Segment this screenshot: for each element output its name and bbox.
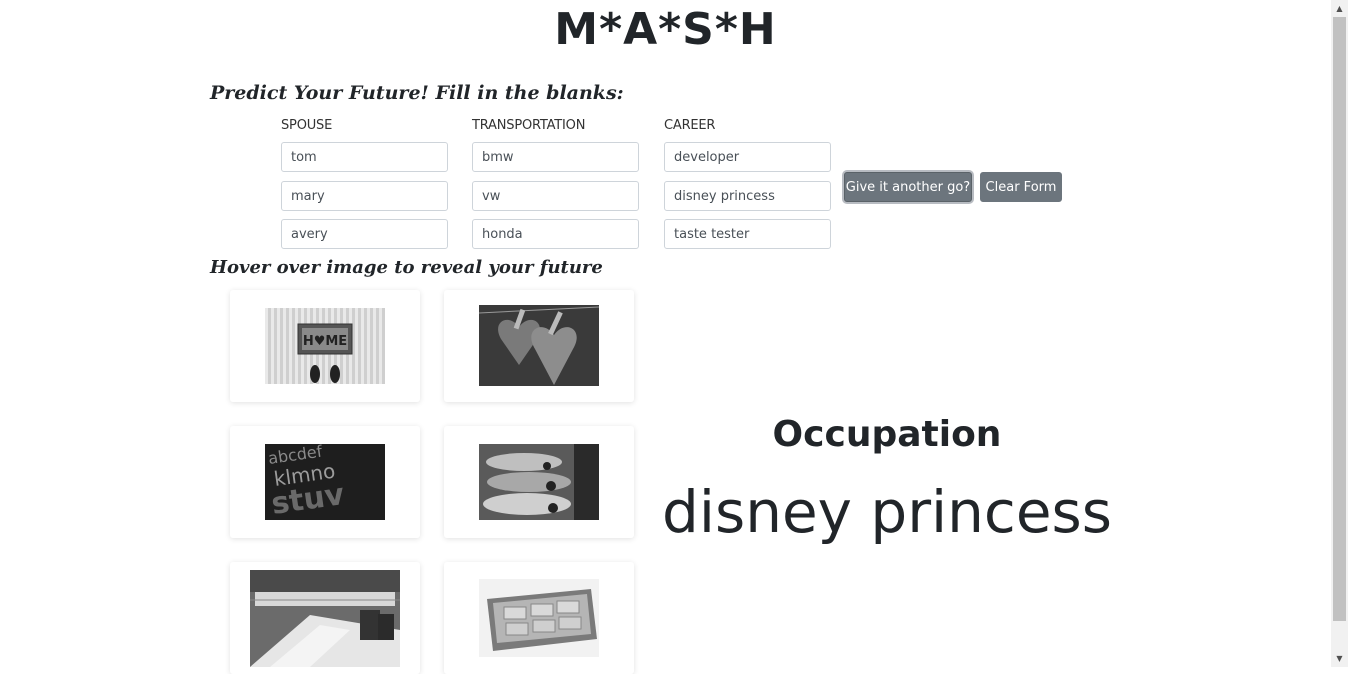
- hover-hint: Hover over image to reveal your future: [210, 257, 603, 278]
- retry-button[interactable]: Give it another go?: [844, 172, 972, 202]
- home-doormat-image: H♥ME: [265, 308, 385, 384]
- result-label: Occupation: [772, 414, 1002, 455]
- svg-text:H♥ME: H♥ME: [303, 334, 347, 349]
- career-label: CAREER: [664, 118, 716, 133]
- future-card-3[interactable]: abcdef klmno stuv: [230, 426, 420, 538]
- transportation-input-2[interactable]: [472, 181, 639, 211]
- scroll-down-arrow-icon[interactable]: ▼: [1331, 650, 1348, 667]
- future-card-1[interactable]: H♥ME: [230, 290, 420, 402]
- career-input-1[interactable]: [664, 142, 831, 172]
- result-value: disney princess: [662, 478, 1112, 546]
- letter-tiles-image: abcdef klmno stuv: [265, 444, 385, 520]
- form-heading: Predict Your Future! Fill in the blanks:: [210, 82, 624, 104]
- transportation-input-1[interactable]: [472, 142, 639, 172]
- scrollbar-thumb[interactable]: [1333, 17, 1346, 621]
- scroll-up-arrow-icon[interactable]: ▲: [1331, 0, 1348, 17]
- vertical-scrollbar[interactable]: ▲ ▼: [1331, 0, 1348, 667]
- spouse-input-2[interactable]: [281, 181, 448, 211]
- career-input-3[interactable]: [664, 219, 831, 249]
- clear-form-button[interactable]: Clear Form: [980, 172, 1062, 202]
- spouse-label: SPOUSE: [281, 118, 333, 133]
- future-card-2[interactable]: [444, 290, 634, 402]
- future-card-5[interactable]: [230, 562, 420, 674]
- hearts-clothespin-image: [479, 305, 599, 386]
- cars-lot-image: [479, 444, 599, 520]
- spouse-input-1[interactable]: [281, 142, 448, 172]
- transportation-label: TRANSPORTATION: [472, 118, 586, 133]
- spouse-input-3[interactable]: [281, 219, 448, 249]
- future-card-4[interactable]: [444, 426, 634, 538]
- transportation-input-3[interactable]: [472, 219, 639, 249]
- office-interior-image: [250, 570, 400, 667]
- future-card-6[interactable]: [444, 562, 634, 674]
- page-title: M*A*S*H: [554, 4, 777, 55]
- money-briefcase-image: [479, 579, 599, 657]
- career-input-2[interactable]: [664, 181, 831, 211]
